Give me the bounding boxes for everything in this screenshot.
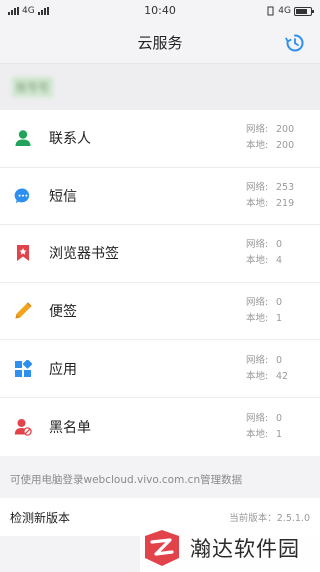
account-name: 账号号 — [12, 77, 53, 97]
list-item-contacts[interactable]: 联系人 网络: 200 本地: 200 — [0, 110, 320, 168]
net-count: 0 — [276, 412, 283, 424]
net-key: 网络: — [246, 124, 269, 136]
item-stats: 网络: 0 本地: 1 — [246, 411, 306, 443]
item-stats: 网络: 253 本地: 219 — [246, 180, 306, 212]
net-key: 网络: — [246, 297, 269, 309]
list-item-notes[interactable]: 便签 网络: 0 本地: 1 — [0, 283, 320, 341]
net-key: 网络: — [246, 412, 269, 424]
local-count: 1 — [276, 313, 283, 325]
local-count: 4 — [276, 255, 283, 267]
net-count: 0 — [276, 354, 283, 366]
item-stats: 网络: 0 本地: 4 — [246, 237, 306, 269]
local-key: 本地: — [246, 428, 269, 440]
net-count: 0 — [276, 297, 283, 309]
history-clock-icon — [285, 34, 304, 52]
blacklist-icon — [13, 417, 33, 437]
status-bar: 4G 10:40 4G — [0, 0, 320, 22]
watermark-logo-icon — [145, 530, 179, 566]
net-key: 网络: — [246, 239, 269, 251]
sms-icon — [13, 186, 33, 206]
local-key: 本地: — [246, 255, 269, 267]
local-count: 200 — [276, 140, 295, 152]
local-count: 219 — [276, 197, 295, 209]
web-management-note: 可使用电脑登录webcloud.vivo.com.cn管理数据 — [0, 466, 320, 492]
list-item-label: 便签 — [49, 304, 77, 321]
watermark-text: 瀚达软件园 — [190, 537, 300, 561]
net-count: 200 — [276, 124, 295, 136]
list-item-apps[interactable]: 应用 网络: 0 本地: 42 — [0, 340, 320, 398]
item-stats: 网络: 0 本地: 42 — [246, 353, 306, 385]
page-title: 云服务 — [137, 34, 183, 52]
list-item-label: 应用 — [49, 361, 77, 378]
net-count: 0 — [276, 239, 283, 251]
list-item-label: 浏览器书签 — [49, 246, 119, 263]
apps-icon — [13, 359, 33, 379]
net-count: 253 — [276, 181, 295, 193]
watermark: 瀚达软件园 — [140, 524, 320, 572]
account-bar[interactable]: 账号号 — [0, 64, 320, 110]
item-stats: 网络: 200 本地: 200 — [246, 122, 306, 154]
local-count: 1 — [276, 428, 283, 440]
bookmark-icon — [13, 243, 33, 263]
net-key: 网络: — [246, 354, 269, 366]
contact-icon — [13, 128, 33, 148]
status-time: 10:40 — [144, 4, 176, 17]
item-stats: 网络: 0 本地: 1 — [246, 295, 306, 327]
list-item-label: 短信 — [49, 188, 77, 205]
net-key: 网络: — [246, 181, 269, 193]
list-item-bookmarks[interactable]: 浏览器书签 网络: 0 本地: 4 — [0, 225, 320, 283]
sync-category-list: 联系人 网络: 200 本地: 200 短信 网络: 253 本地: 219 浏览器书签… — [0, 110, 320, 456]
local-key: 本地: — [246, 370, 269, 382]
list-item-sms[interactable]: 短信 网络: 253 本地: 219 — [0, 168, 320, 226]
local-count: 42 — [276, 370, 289, 382]
current-version: 当前版本：2.5.1.0 — [229, 513, 310, 524]
local-key: 本地: — [246, 140, 269, 152]
list-item-label: 联系人 — [49, 131, 91, 148]
local-key: 本地: — [246, 313, 269, 325]
local-key: 本地: — [246, 197, 269, 209]
battery-icon — [294, 6, 314, 16]
list-item-label: 黑名单 — [49, 419, 91, 436]
check-update-label: 检测新版本 — [10, 510, 71, 525]
app-header: 云服务 — [0, 22, 320, 64]
list-item-blacklist[interactable]: 黑名单 网络: 0 本地: 1 — [0, 398, 320, 456]
history-button[interactable] — [284, 32, 306, 54]
pencil-icon — [13, 301, 33, 321]
